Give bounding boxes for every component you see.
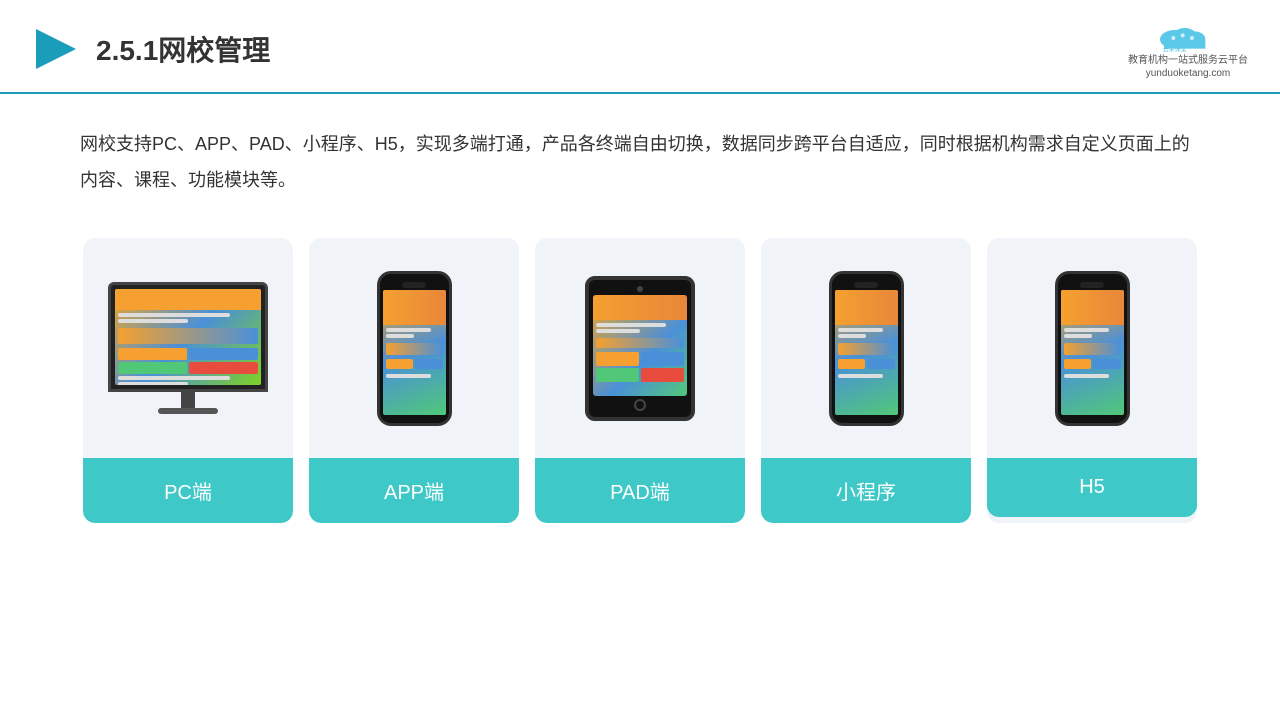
description-text: 网校支持PC、APP、PAD、小程序、H5，实现多端打通，产品各终端自由切换，数… bbox=[0, 94, 1280, 214]
card-pad-label: PAD端 bbox=[535, 458, 745, 523]
pad-device-mock bbox=[585, 276, 695, 421]
pc-device-mock bbox=[108, 282, 268, 414]
page-title: 2.5.1网校管理 bbox=[96, 29, 270, 69]
brand-url: yunduoketang.com bbox=[1146, 68, 1231, 79]
play-arrow-icon bbox=[32, 25, 80, 73]
cards-container: PC端 bbox=[0, 214, 1280, 547]
card-pc-image bbox=[83, 238, 293, 458]
brand-cloud-icon: 云朵课堂 bbox=[1148, 18, 1228, 54]
card-pc-label: PC端 bbox=[83, 458, 293, 523]
card-h5: H5 bbox=[987, 238, 1197, 523]
card-miniapp: 小程序 bbox=[761, 238, 971, 523]
app-device-mock bbox=[377, 271, 452, 426]
card-pc: PC端 bbox=[83, 238, 293, 523]
card-pad: PAD端 bbox=[535, 238, 745, 523]
card-app: APP端 bbox=[309, 238, 519, 523]
card-h5-label: H5 bbox=[987, 458, 1197, 517]
card-pad-image bbox=[535, 238, 745, 458]
header: 2.5.1网校管理 云朵课堂 教育机构一站式服务云平台yunduoketang.… bbox=[0, 0, 1280, 94]
card-miniapp-label: 小程序 bbox=[761, 458, 971, 523]
header-left: 2.5.1网校管理 bbox=[32, 25, 270, 73]
card-h5-image bbox=[987, 238, 1197, 458]
card-miniapp-image bbox=[761, 238, 971, 458]
card-app-image bbox=[309, 238, 519, 458]
brand-tagline: 教育机构一站式服务云平台yunduoketang.com bbox=[1128, 54, 1248, 80]
miniapp-device-mock bbox=[829, 271, 904, 426]
h5-device-mock bbox=[1055, 271, 1130, 426]
card-app-label: APP端 bbox=[309, 458, 519, 523]
brand-logo: 云朵课堂 教育机构一站式服务云平台yunduoketang.com bbox=[1128, 18, 1248, 80]
